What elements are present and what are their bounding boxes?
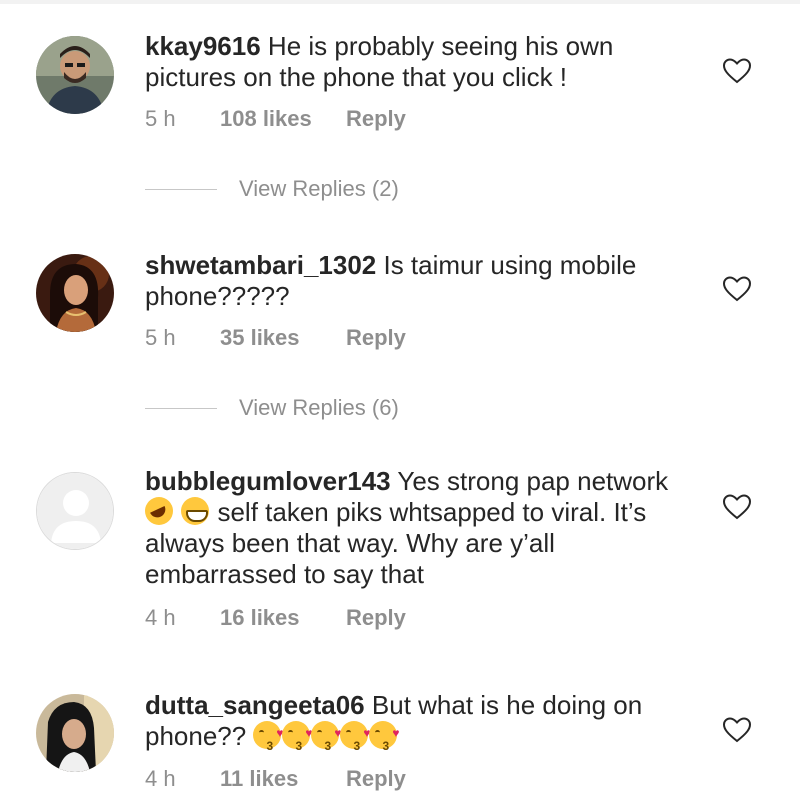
view-replies-label: View Replies (6)	[239, 395, 399, 420]
avatar[interactable]	[36, 694, 114, 772]
heart-outline-icon[interactable]	[722, 57, 752, 85]
face-blowing-kiss-icon: ♥	[340, 721, 370, 762]
comment-meta: 5 h 35 likes Reply	[145, 325, 406, 351]
replies-divider	[145, 188, 217, 190]
reply-button[interactable]: Reply	[346, 325, 406, 351]
face-blowing-kiss-icon: ♥	[369, 721, 399, 762]
comment-username[interactable]: shwetambari_1302	[145, 250, 376, 280]
comment-meta: 4 h 11 likes Reply	[145, 766, 406, 792]
comment-text: dutta_sangeeta06 But what is he doing on…	[145, 690, 695, 762]
comment-username[interactable]: kkay9616	[145, 31, 261, 61]
view-replies-label: View Replies (2)	[239, 176, 399, 201]
comment-likes[interactable]: 11 likes	[220, 766, 346, 792]
comment-body: Yes strong pap network	[397, 466, 669, 496]
comment-username[interactable]: bubblegumlover143	[145, 466, 391, 496]
comment-username[interactable]: dutta_sangeeta06	[145, 690, 365, 720]
avatar[interactable]	[36, 36, 114, 114]
face-blowing-kiss-icon: ♥	[253, 721, 283, 762]
face-blowing-kiss-icon: ♥	[311, 721, 341, 762]
grinning-squinting-face-icon	[181, 497, 210, 525]
avatar[interactable]	[36, 472, 114, 550]
comment-body-continued: self taken piks whtsapped to viral. It’s…	[145, 497, 647, 589]
heart-outline-icon[interactable]	[722, 275, 752, 303]
comment-time[interactable]: 5 h	[145, 106, 220, 132]
comment-text: shwetambari_1302 Is taimur using mobile …	[145, 250, 695, 312]
heart-outline-icon[interactable]	[722, 493, 752, 521]
reply-button[interactable]: Reply	[346, 106, 406, 132]
view-replies-button[interactable]: View Replies (6)	[145, 395, 399, 421]
comment-likes[interactable]: 16 likes	[220, 605, 346, 631]
comment-meta: 5 h 108 likes Reply	[145, 106, 406, 132]
reply-button[interactable]: Reply	[346, 605, 406, 631]
reply-button[interactable]: Reply	[346, 766, 406, 792]
comment-likes[interactable]: 35 likes	[220, 325, 346, 351]
avatar[interactable]	[36, 254, 114, 332]
comment-time[interactable]: 5 h	[145, 325, 220, 351]
top-divider	[0, 0, 800, 4]
comment-likes[interactable]: 108 likes	[220, 106, 346, 132]
heart-outline-icon[interactable]	[722, 716, 752, 744]
comment-time[interactable]: 4 h	[145, 766, 220, 792]
view-replies-button[interactable]: View Replies (2)	[145, 176, 399, 202]
face-blowing-kiss-icon: ♥	[282, 721, 312, 762]
rolling-on-floor-laughing-icon	[145, 497, 173, 525]
comment-text: kkay9616 He is probably seeing his own p…	[145, 31, 695, 93]
comment-time[interactable]: 4 h	[145, 605, 220, 631]
replies-divider	[145, 407, 217, 409]
comment-text: bubblegumlover143 Yes strong pap network…	[145, 466, 695, 590]
comment-meta: 4 h 16 likes Reply	[145, 605, 406, 631]
